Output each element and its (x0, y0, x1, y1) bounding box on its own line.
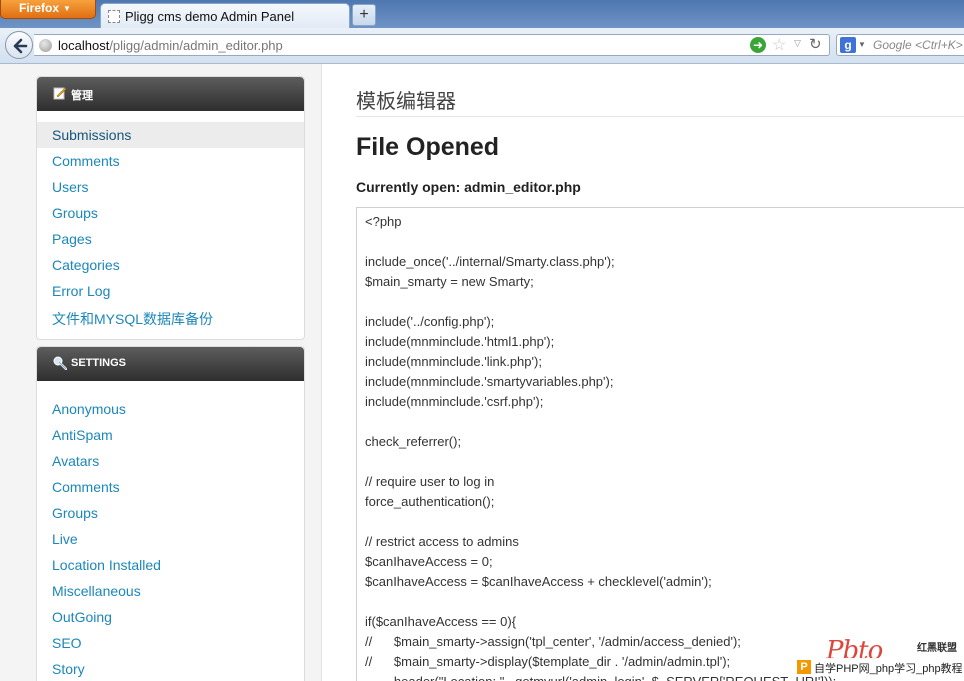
sidebar-item-groups[interactable]: Groups (37, 200, 304, 226)
settings-item-live[interactable]: Live (37, 526, 304, 552)
settings-item-antispam[interactable]: AntiSpam (37, 422, 304, 448)
url-text: localhost/pligg/admin/admin_editor.php (58, 38, 283, 53)
page-title: 模板编辑器 (356, 89, 456, 113)
settings-nav-list: Anonymous AntiSpam Avatars Comments Grou… (37, 381, 304, 681)
code-editor-textarea[interactable]: <?php include_once('../internal/Smarty.c… (356, 207, 964, 681)
search-engine-dropdown-icon[interactable]: ▼ (858, 40, 866, 49)
settings-panel-title: SETTINGS (71, 357, 127, 369)
manage-panel-title: 管理 (71, 90, 93, 102)
watermark-brand: 红黑联盟 (917, 643, 957, 654)
settings-item-story[interactable]: Story (37, 656, 304, 681)
current-file-label: Currently open: admin_editor.php (356, 179, 581, 195)
browser-tab[interactable]: Pligg cms demo Admin Panel (100, 3, 350, 29)
page-favicon-icon (108, 10, 120, 23)
settings-item-location-installed[interactable]: Location Installed (37, 552, 304, 578)
sidebar-item-pages[interactable]: Pages (37, 226, 304, 252)
file-opened-heading: File Opened (356, 133, 500, 161)
manage-panel-header: 管理 (37, 77, 304, 111)
search-bar[interactable]: g ▼ Google <Ctrl+K> (836, 34, 964, 56)
manage-panel: 管理 Submissions Comments Users Groups Pag… (36, 76, 305, 340)
go-icon[interactable]: ➜ (750, 37, 766, 53)
code-content[interactable]: <?php include_once('../internal/Smarty.c… (357, 208, 964, 681)
settings-item-comments[interactable]: Comments (37, 474, 304, 500)
sidebar-item-categories[interactable]: Categories (37, 252, 304, 278)
browser-chrome: Firefox ▼ Pligg cms demo Admin Panel + lo… (0, 0, 964, 64)
sidebar-item-error-log[interactable]: Error Log (37, 278, 304, 304)
sidebar-item-comments[interactable]: Comments (37, 148, 304, 174)
navigation-toolbar: localhost/pligg/admin/admin_editor.php ➜… (0, 28, 964, 64)
edit-note-icon (53, 87, 67, 100)
search-input[interactable]: Google <Ctrl+K> (873, 38, 963, 52)
settings-item-outgoing[interactable]: OutGoing (37, 604, 304, 630)
new-tab-button[interactable]: + (352, 4, 376, 26)
php-logo-icon: P (797, 660, 811, 674)
settings-item-avatars[interactable]: Avatars (37, 448, 304, 474)
sidebar-item-backup[interactable]: 文件和MYSQL数据库备份 (37, 304, 304, 330)
page-content: 管理 Submissions Comments Users Groups Pag… (0, 64, 964, 681)
back-button[interactable] (5, 31, 33, 59)
settings-item-miscellaneous[interactable]: Miscellaneous (37, 578, 304, 604)
watermark-text: 自学PHP网_php学习_php教程 (814, 663, 963, 675)
firefox-menu-button[interactable]: Firefox ▼ (0, 0, 96, 19)
settings-wrench-icon (53, 356, 67, 370)
settings-item-groups[interactable]: Groups (37, 500, 304, 526)
url-host: localhost (58, 38, 110, 53)
settings-item-anonymous[interactable]: Anonymous (37, 396, 304, 422)
google-icon[interactable]: g (840, 37, 856, 53)
firefox-menu-label: Firefox (19, 1, 60, 15)
history-dropdown-icon[interactable]: ▽ (794, 38, 801, 49)
sidebar-item-submissions[interactable]: Submissions (37, 122, 304, 148)
sidebar-item-users[interactable]: Users (37, 174, 304, 200)
back-arrow-icon (13, 38, 28, 54)
star-icon[interactable]: ☆ (772, 35, 786, 55)
url-path: /pligg/admin/admin_editor.php (109, 38, 283, 53)
settings-panel: SETTINGS Anonymous AntiSpam Avatars Comm… (36, 346, 305, 681)
manage-nav-list: Submissions Comments Users Groups Pages … (37, 111, 304, 330)
chevron-down-icon: ▼ (63, 4, 71, 13)
watermark-bar: P 自学PHP网_php学习_php教程 (794, 658, 964, 676)
reload-icon[interactable]: ↻ (809, 35, 822, 53)
url-bar[interactable]: localhost/pligg/admin/admin_editor.php ➜… (34, 34, 830, 56)
tab-title: Pligg cms demo Admin Panel (125, 9, 295, 24)
tab-strip: Firefox ▼ Pligg cms demo Admin Panel + (0, 0, 964, 29)
sidebar: 管理 Submissions Comments Users Groups Pag… (0, 64, 322, 681)
title-divider (356, 116, 964, 117)
globe-icon (39, 39, 52, 52)
settings-panel-header: SETTINGS (37, 347, 304, 381)
settings-item-seo[interactable]: SEO (37, 630, 304, 656)
watermark: Pbto 红黑联盟 P 自学PHP网_php学习_php教程 (790, 636, 964, 681)
